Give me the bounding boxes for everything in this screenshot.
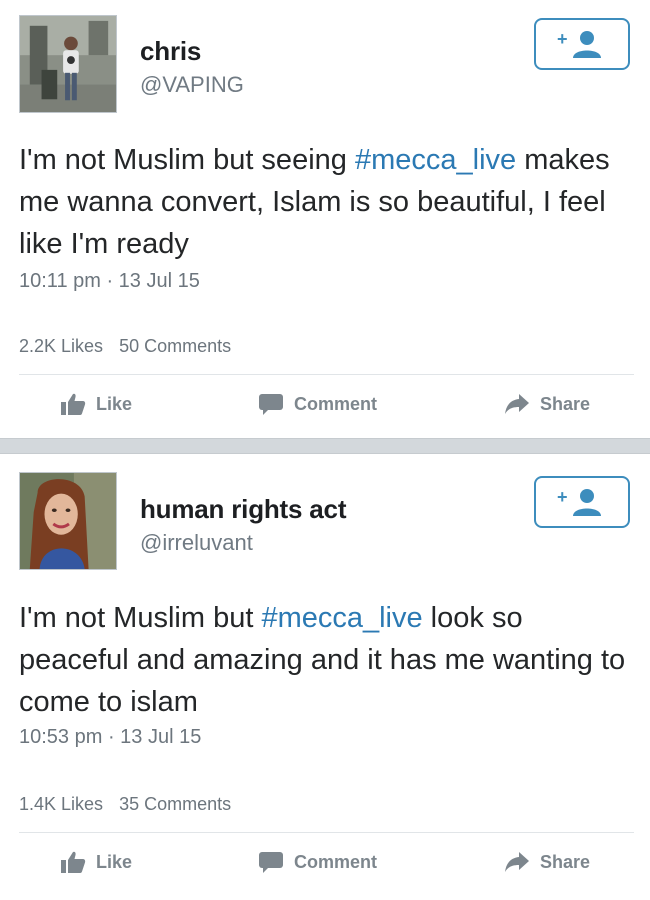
comment-button[interactable]: Comment: [258, 392, 377, 416]
follow-button[interactable]: +: [534, 18, 630, 70]
comment-label: Comment: [294, 851, 378, 872]
likes-count[interactable]: 2.2K Likes: [19, 336, 103, 356]
likes-count[interactable]: 1.4K Likes: [19, 794, 103, 814]
post-separator: [0, 438, 650, 454]
author-name[interactable]: chris: [140, 36, 201, 67]
hashtag-link[interactable]: #mecca_live: [355, 144, 516, 176]
share-arrow-icon: [505, 852, 529, 872]
author-handle[interactable]: @VAPING: [140, 72, 244, 98]
divider: [19, 374, 634, 375]
avatar-photo-icon: [20, 473, 116, 569]
tweet-text-before: I'm not Muslim but: [19, 602, 262, 634]
share-button[interactable]: Share: [504, 392, 590, 416]
action-bar: Like Comment Share: [0, 850, 650, 882]
svg-text:+: +: [557, 29, 568, 49]
add-user-icon: +: [557, 487, 601, 516]
engagement-stats: 2.2K Likes 50 Comments: [19, 336, 231, 357]
tweet-text: I'm not Muslim but seeing #mecca_live ma…: [19, 139, 634, 265]
share-label: Share: [540, 851, 591, 872]
timestamp[interactable]: 10:53 pm · 13 Jul 15: [19, 726, 201, 749]
thumbs-up-icon: [61, 393, 86, 415]
author-handle[interactable]: @irreluvant: [140, 530, 253, 556]
like-button[interactable]: Like: [60, 850, 132, 874]
like-label: Like: [96, 393, 133, 414]
thumbs-up-icon: [61, 851, 86, 873]
share-button[interactable]: Share: [504, 850, 590, 874]
avatar-photo-icon: [20, 16, 116, 112]
tweet-text-before: I'm not Muslim but seeing: [19, 144, 355, 176]
comment-button[interactable]: Comment: [258, 850, 377, 874]
comment-bubble-icon: [259, 394, 283, 415]
hashtag-link[interactable]: #mecca_live: [261, 602, 422, 634]
comments-count[interactable]: 35 Comments: [119, 794, 231, 814]
timestamp[interactable]: 10:11 pm · 13 Jul 15: [19, 270, 200, 293]
share-label: Share: [540, 393, 591, 414]
engagement-stats: 1.4K Likes 35 Comments: [19, 794, 231, 815]
author-name[interactable]: human rights act: [140, 494, 346, 525]
like-button[interactable]: Like: [60, 392, 132, 416]
add-user-icon: +: [557, 29, 601, 58]
svg-text:+: +: [557, 487, 568, 507]
share-arrow-icon: [505, 394, 529, 414]
tweet-text: I'm not Muslim but #mecca_live look so p…: [19, 597, 634, 723]
comments-count[interactable]: 50 Comments: [119, 336, 231, 356]
like-label: Like: [96, 851, 133, 872]
avatar[interactable]: [19, 472, 117, 570]
action-bar: Like Comment Share: [0, 392, 650, 424]
avatar[interactable]: [19, 15, 117, 113]
post-card: human rights act @irreluvant + I'm not M…: [0, 454, 650, 892]
comment-bubble-icon: [259, 852, 283, 873]
follow-button[interactable]: +: [534, 476, 630, 528]
comment-label: Comment: [294, 393, 378, 414]
divider: [19, 832, 634, 833]
post-card: chris @VAPING + I'm not Muslim but seein…: [0, 0, 650, 438]
